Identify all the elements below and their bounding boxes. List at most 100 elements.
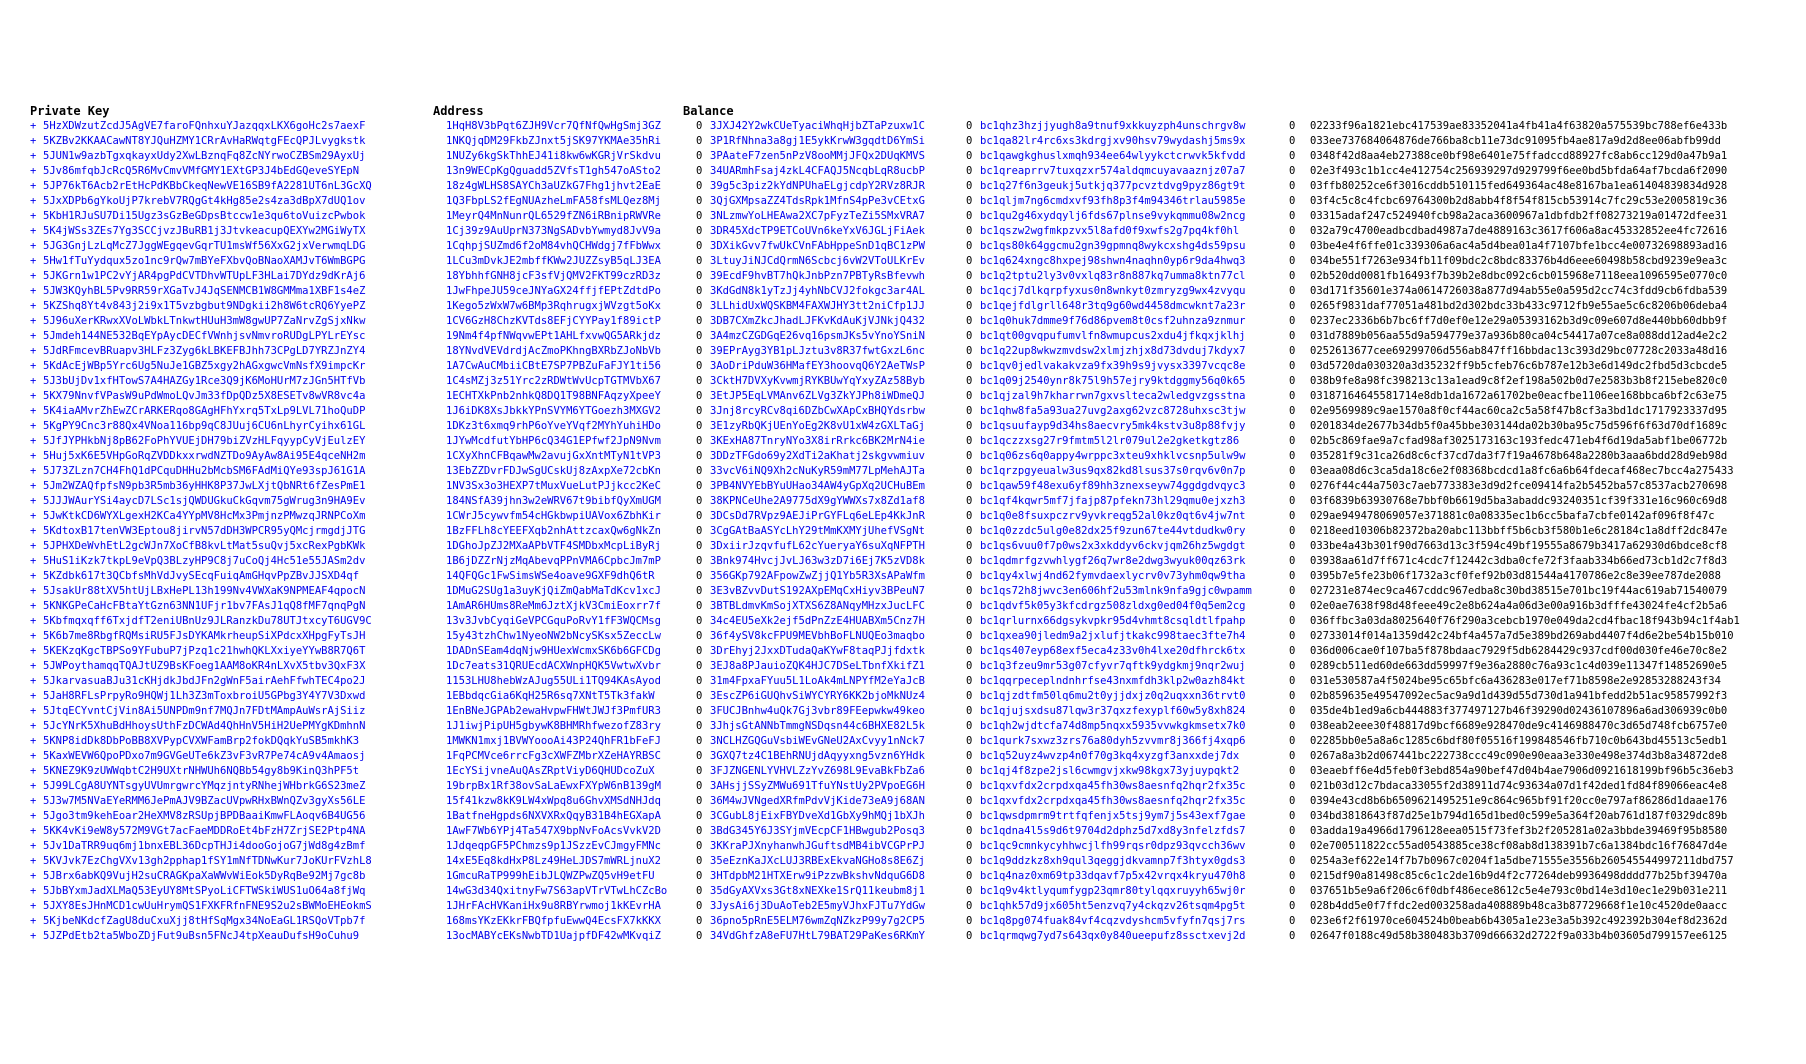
- private-key-link[interactable]: 5KZShq8Yt4v843j2i9x1T5vzbgbut9NDgkii2h8W…: [43, 299, 446, 314]
- expand-plus-icon[interactable]: +: [30, 824, 43, 839]
- expand-plus-icon[interactable]: +: [30, 254, 43, 269]
- expand-plus-icon[interactable]: +: [30, 239, 43, 254]
- expand-plus-icon[interactable]: +: [30, 494, 43, 509]
- p2sh-address-link[interactable]: 3EJ8a8PJauioZQK4HJC7DSeLTbnfXkifZ1: [710, 659, 966, 674]
- legacy-address-link[interactable]: 1DKz3t6xmq9rhP6oYveYVqf2MYhYuhiHDo: [446, 419, 696, 434]
- private-key-link[interactable]: 5KdAcEjWBp5Yrc6Ug5NuJe1GBZ5xgy2hAGxgwcVm…: [43, 359, 446, 374]
- bech32-address-link[interactable]: bc1q06zs6q0appy4wrppc3xteu9xhklvcsnp5ulw…: [980, 449, 1289, 464]
- expand-plus-icon[interactable]: +: [30, 659, 43, 674]
- legacy-address-link[interactable]: 1AwF7Wb6YPj4Ta547X9bpNvFoAcsVvkV2D: [446, 824, 696, 839]
- bech32-address-link[interactable]: bc1qjzdtfm50lq6mu2t0yjjdxjz0q2uqxxn36trv…: [980, 689, 1289, 704]
- p2sh-address-link[interactable]: 3JXJ42Y2wkCUeTyaciWhqHjbZTaPzuxw1C: [710, 119, 966, 134]
- private-key-link[interactable]: 5KZBv2KKAACawNT8YJQuHZMY1CRrAvHaRWqtgFEc…: [43, 134, 446, 149]
- expand-plus-icon[interactable]: +: [30, 119, 43, 134]
- expand-plus-icon[interactable]: +: [30, 764, 43, 779]
- expand-plus-icon[interactable]: +: [30, 644, 43, 659]
- p2sh-address-link[interactable]: 3Jnj8rcyRCv8qi6DZbCwXApCxBHQYdsrbw: [710, 404, 966, 419]
- expand-plus-icon[interactable]: +: [30, 719, 43, 734]
- legacy-address-link[interactable]: 1Q3FbpLS2fEgNUAzheLmFA58fsMLQez8Mj: [446, 194, 696, 209]
- bech32-address-link[interactable]: bc1q22up8wkwzmvdsw2xlmjzhjx8d73dvduj7kdy…: [980, 344, 1289, 359]
- bech32-address-link[interactable]: bc1q09j2540ynr8k75l9h57ejry9ktdggmy56q0k…: [980, 374, 1289, 389]
- private-key-link[interactable]: 5JWPoythamqqTQAJtUZ9BsKFoeg1AAM8oKR4nLXv…: [43, 659, 446, 674]
- legacy-address-link[interactable]: 1CWrJ5cywvfm54cHGkbwpiUAVox6ZbhKir: [446, 509, 696, 524]
- legacy-address-link[interactable]: 1J1iwjPipUH5gbywK8BHMRhfwezofZ83ry: [446, 719, 696, 734]
- legacy-address-link[interactable]: 1CV6GzH8ChzKVTds8EFjCYYPay1f89ictP: [446, 314, 696, 329]
- expand-plus-icon[interactable]: +: [30, 479, 43, 494]
- bech32-address-link[interactable]: bc1qjujsxdsu87lqw3r37qxzfexyplf60w5y8xh8…: [980, 704, 1289, 719]
- bech32-address-link[interactable]: bc1q0zzdc5ulg0e82dx25f9zun67te44vtdudkw0…: [980, 524, 1289, 539]
- expand-plus-icon[interactable]: +: [30, 329, 43, 344]
- expand-plus-icon[interactable]: +: [30, 359, 43, 374]
- private-key-link[interactable]: 5Kbfmqxqff6TxjdfT2eniUBnUz9JLRanzkDu78UT…: [43, 614, 446, 629]
- bech32-address-link[interactable]: bc1q624xngc8hxpej98shwn4naqhn0yp6r9da4hw…: [980, 254, 1289, 269]
- bech32-address-link[interactable]: bc1qxea90jledm9a2jxlufjtkakc998taec3fte7…: [980, 629, 1289, 644]
- legacy-address-link[interactable]: 1C4sMZj3z51Yrc2zRDWtWvUcpTGTMVbX67: [446, 374, 696, 389]
- legacy-address-link[interactable]: 13EbZZDvrFDJwSgUCskUj8zAxpXe72cbKn: [446, 464, 696, 479]
- p2sh-address-link[interactable]: 3KExHA87TnryNYo3X8irRrkc6BK2MrN4ie: [710, 434, 966, 449]
- expand-plus-icon[interactable]: +: [30, 704, 43, 719]
- p2sh-address-link[interactable]: 36f4ySV8kcFPU9MEVbhBoFLNUQEo3maqbo: [710, 629, 966, 644]
- private-key-link[interactable]: 5JdRFmcevBRuapv3HLFz3Zyg6kLBKEFBJhh73CPg…: [43, 344, 446, 359]
- expand-plus-icon[interactable]: +: [30, 389, 43, 404]
- bech32-address-link[interactable]: bc1q27f6n3geukj5utkjq377pcvztdvg9pyz86gt…: [980, 179, 1289, 194]
- private-key-link[interactable]: 5KdtoxB17tenVW3Eptou8jirvN57dDH3WPCR95yQ…: [43, 524, 446, 539]
- expand-plus-icon[interactable]: +: [30, 449, 43, 464]
- p2sh-address-link[interactable]: 34c4EU5eXk2ejf5dPnZzE4HUABXm5Cnz7H: [710, 614, 966, 629]
- private-key-link[interactable]: 5K4jWSs3ZEs7Yg3SCCjvzJBuRB1j3JtvkeacupQE…: [43, 224, 446, 239]
- private-key-link[interactable]: 5J3w7M5NVaEYeRMM6JePmAJV9BZacUVpwRHxBWnQ…: [43, 794, 446, 809]
- p2sh-address-link[interactable]: 39EPrAyg3YB1pLJztu3v8R37fwtGxzL6nc: [710, 344, 966, 359]
- legacy-address-link[interactable]: 1MeyrQ4MnNunrQL6529fZN6iRBnipRWVRe: [446, 209, 696, 224]
- p2sh-address-link[interactable]: 31m4FpxaFYuu5L1LoAk4mLNPYfM2eYaJcB: [710, 674, 966, 689]
- legacy-address-link[interactable]: 1EBbdqcGia6KqH25R6sq7XNtT5Tk3fakW: [446, 689, 696, 704]
- private-key-link[interactable]: 5JfJYPHkbNj8pB62FoPhYVUEjDH79biZVzHLFqyy…: [43, 434, 446, 449]
- p2sh-address-link[interactable]: 3CktH7DVXyKvwmjRYKBUwYqYxyZAz58Byb: [710, 374, 966, 389]
- legacy-address-link[interactable]: 1CXyXhnCFBqawMw2avujGxXntMTyN1tVP3: [446, 449, 696, 464]
- private-key-link[interactable]: 5JbBYxmJadXLMaQ53EyUY8MtSPyoLiCFTWSkiWUS…: [43, 884, 446, 899]
- private-key-link[interactable]: 5KjbeNKdcfZagU8duCxuXjj8tHfSqMgx34NoEaGL…: [43, 914, 446, 929]
- p2sh-address-link[interactable]: 3DR45XdcTP9ETCoUVn6keYxV6JGLjFiAek: [710, 224, 966, 239]
- expand-plus-icon[interactable]: +: [30, 689, 43, 704]
- bech32-address-link[interactable]: bc1q2tptu2ly3v0vxlq83r8n887kq7umma8ktn77…: [980, 269, 1289, 284]
- private-key-link[interactable]: 5JtqECYvntCjVin8Ai5UNPDm9nf7MQJn7FDtMAmp…: [43, 704, 446, 719]
- legacy-address-link[interactable]: 13n9WECpKgQguadd5ZVfsT1gh547oASto2: [446, 164, 696, 179]
- private-key-link[interactable]: 5HuS1iKzk7tkpL9eVpQ3BLzyHP9C8j7uCoQj4Hc5…: [43, 554, 446, 569]
- private-key-link[interactable]: 5KNEZ9K9zUWWqbtC2H9UXtrNHWUh6NQBb54gy8b9…: [43, 764, 446, 779]
- legacy-address-link[interactable]: 1B6jDZZrNjzMqAbevqPPnVMA6CpbcJm7mP: [446, 554, 696, 569]
- expand-plus-icon[interactable]: +: [30, 134, 43, 149]
- expand-plus-icon[interactable]: +: [30, 854, 43, 869]
- expand-plus-icon[interactable]: +: [30, 374, 43, 389]
- legacy-address-link[interactable]: 1DADnSEam4dqNjw9HUexWcmxSK6b6GFCDg: [446, 644, 696, 659]
- private-key-link[interactable]: 5JP76kT6Acb2rEtHcPdKBbCkeqNewVE16SB9fA22…: [43, 179, 446, 194]
- bech32-address-link[interactable]: bc1qdvf5k05y3kfcdrgz508zldxg0ed04f0q5em2…: [980, 599, 1289, 614]
- p2sh-address-link[interactable]: 3CgGAtBaASYcLhY29tMmKXMYjUhefVSgNt: [710, 524, 966, 539]
- p2sh-address-link[interactable]: 34VdGhfzA8eFU7HtL79BAT29PaKes6RKmY: [710, 929, 966, 944]
- bech32-address-link[interactable]: bc1qhz3hzjjyugh8a9tnuf9xkkuyzph4unschrgv…: [980, 119, 1289, 134]
- expand-plus-icon[interactable]: +: [30, 554, 43, 569]
- p2sh-address-link[interactable]: 33vcV6iNQ9Xh2cNuKyR59mM77LpMehAJTa: [710, 464, 966, 479]
- bech32-address-link[interactable]: bc1qhk57d9jx605ht5enzvq7y4ckqzv26tsqm4pg…: [980, 899, 1289, 914]
- legacy-address-link[interactable]: 15f41kzw8kK9LW4xWpq8u6GhvXMSdNHJdq: [446, 794, 696, 809]
- private-key-link[interactable]: 5J73ZLzn7CH4FhQ1dPCquDHHu2bMcbSM6FAdMiQY…: [43, 464, 446, 479]
- expand-plus-icon[interactable]: +: [30, 194, 43, 209]
- p2sh-address-link[interactable]: 3DB7CXmZkcJhadLJFKvKdAuKjVJNkjQ432: [710, 314, 966, 329]
- bech32-address-link[interactable]: bc1qejfdlgrll648r3tq9g60wd4458dmcwknt7a2…: [980, 299, 1289, 314]
- private-key-link[interactable]: 5KZdbk617t3QCbfsMhVdJvySEcqFuiqAmGHqvPpZ…: [43, 569, 446, 584]
- bech32-address-link[interactable]: bc1qs80k64ggcmu2gn39gpmnq8wykcxshg4ds59p…: [980, 239, 1289, 254]
- p2sh-address-link[interactable]: 3DxiirJzqvfufL62cYueryaY6suXqNFPTH: [710, 539, 966, 554]
- expand-plus-icon[interactable]: +: [30, 419, 43, 434]
- private-key-link[interactable]: 5KaxWEVW6QpoPDxo7m9GVGeUTe6kZ3vF3vR7Pe74…: [43, 749, 446, 764]
- bech32-address-link[interactable]: bc1q9v4ktlyqumfygp23qmr80tylqqxruyyh65wj…: [980, 884, 1289, 899]
- legacy-address-link[interactable]: 1J6iDK8XsJbkkYPnSVYM6YTGoezh3MXGV2: [446, 404, 696, 419]
- bech32-address-link[interactable]: bc1qurk7sxwz3zrs76a80dyh5zvvmr8j366fj4xq…: [980, 734, 1289, 749]
- legacy-address-link[interactable]: 13ocMABYcEKsNwbTD1UajpfDF42wMKvqiZ: [446, 929, 696, 944]
- bech32-address-link[interactable]: bc1qljm7ng6cmdxvf93fh8p3f4m94346trlau598…: [980, 194, 1289, 209]
- expand-plus-icon[interactable]: +: [30, 899, 43, 914]
- p2sh-address-link[interactable]: 3NLzmwYoLHEAwa2XC7pFyzTeZi5SMxVRA7: [710, 209, 966, 224]
- p2sh-address-link[interactable]: 3DrEhyj2JxxDTudaQaKYwF8taqPJjfdxtk: [710, 644, 966, 659]
- legacy-address-link[interactable]: 1FqPCMVce6rrcFg3cXWFZMbrXZeHAYRBSC: [446, 749, 696, 764]
- p2sh-address-link[interactable]: 3KKraPJXnyhanwhJGuftsdMB4ibVCGPrPJ: [710, 839, 966, 854]
- bech32-address-link[interactable]: bc1q3fzeu9mr53g07cfyvr7qftk9ydgkmj9nqr2w…: [980, 659, 1289, 674]
- p2sh-address-link[interactable]: 3FJZNGENLYVHVLZzYvZ698L9EvaBkFbZa6: [710, 764, 966, 779]
- p2sh-address-link[interactable]: 3KdGdN8k1yTzJj4yhNbCVJ2fokgc3ar4AL: [710, 284, 966, 299]
- private-key-link[interactable]: 5J99LCgA8UYNTsgyUVUmrgwrcYMqzjntyRNhejWH…: [43, 779, 446, 794]
